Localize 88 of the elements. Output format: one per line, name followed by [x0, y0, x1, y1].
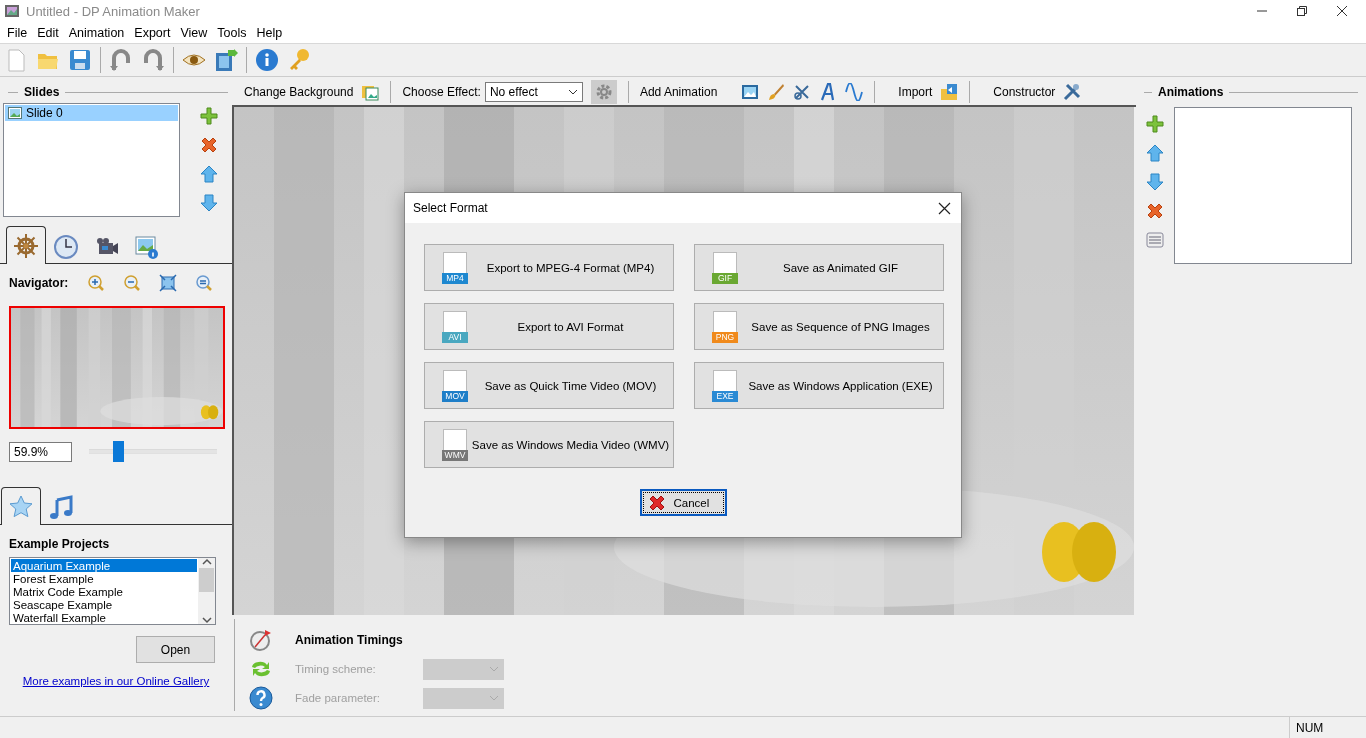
redo-icon[interactable]	[141, 48, 165, 72]
import-icon[interactable]	[940, 83, 959, 101]
scrollbar[interactable]	[198, 558, 215, 624]
field-label: Timing scheme:	[295, 663, 377, 675]
zoom-out-icon[interactable]	[123, 274, 141, 292]
film-export-icon[interactable]	[214, 48, 238, 72]
close-icon[interactable]	[1336, 5, 1348, 17]
wave-icon[interactable]	[845, 83, 864, 101]
example-item[interactable]: Seascape Example	[11, 598, 197, 611]
example-item[interactable]: Forest Example	[11, 572, 197, 585]
open-button[interactable]: Open	[136, 636, 215, 663]
cancel-icon	[647, 493, 666, 512]
import-label[interactable]: Import	[898, 85, 933, 99]
export-format-button[interactable]: EXE Save as Windows Application (EXE)	[694, 362, 944, 409]
clock-icon	[53, 233, 79, 260]
field-label: Fade parameter:	[295, 692, 381, 704]
window-title: Untitled - DP Animation Maker	[26, 3, 201, 19]
section-title: Slides	[24, 85, 60, 99]
slide-thumbnail-icon	[8, 107, 22, 119]
add-icon[interactable]	[200, 107, 218, 125]
choose-effect-label: Choose Effect:	[402, 85, 481, 99]
add-icon[interactable]	[1146, 115, 1164, 133]
export-format-button[interactable]: PNG Save as Sequence of PNG Images	[694, 303, 944, 350]
fit-to-window-icon[interactable]	[159, 274, 177, 292]
menu-item[interactable]: View	[175, 25, 213, 40]
delete-icon[interactable]	[200, 136, 218, 154]
dialog-title: Select Format	[413, 201, 488, 215]
brush-icon[interactable]	[767, 83, 786, 101]
constructor-label[interactable]: Constructor	[993, 85, 1056, 99]
menu-item[interactable]: Animation	[63, 25, 130, 40]
zoom-field[interactable]: 59.9%	[9, 441, 72, 462]
music-note-icon	[48, 494, 74, 521]
star-icon	[8, 493, 34, 520]
export-format-button[interactable]: GIF Save as Animated GIF	[694, 244, 944, 291]
close-icon[interactable]	[938, 201, 951, 215]
settings-icon	[594, 83, 613, 101]
compass-flag-icon	[249, 628, 273, 652]
save-icon[interactable]	[68, 48, 92, 72]
cancel-button[interactable]: Cancel	[639, 489, 727, 516]
section-title: Animations	[1158, 85, 1224, 99]
help-icon[interactable]	[249, 686, 273, 710]
image-info-icon	[133, 233, 159, 260]
slide-item[interactable]: Slide 0	[5, 105, 178, 121]
info-icon[interactable]	[255, 48, 279, 72]
effect-settings-button[interactable]	[590, 80, 617, 104]
scroll-down-icon[interactable]	[200, 616, 213, 624]
export-format-button[interactable]: MOV Save as Quick Time Video (MOV)	[424, 362, 674, 409]
list-icon[interactable]	[1146, 231, 1164, 249]
chevron-down-icon	[489, 694, 499, 702]
export-format-button[interactable]: AVI Export to AVI Format	[424, 303, 674, 350]
example-item[interactable]: Waterfall Example	[11, 611, 197, 624]
helm-icon	[13, 232, 39, 259]
undo-icon[interactable]	[109, 48, 133, 72]
section-title: Example Projects	[8, 536, 111, 551]
actual-size-icon[interactable]	[195, 274, 213, 292]
num-lock-indicator: NUM	[1289, 717, 1366, 738]
example-item[interactable]: Matrix Code Example	[11, 585, 197, 598]
move-down-icon[interactable]	[1146, 173, 1164, 191]
panel-title: Animation Timings	[295, 633, 404, 647]
navigator-label: Navigator:	[9, 276, 70, 290]
slider-thumb[interactable]	[113, 441, 125, 462]
background-image-icon[interactable]	[361, 83, 380, 101]
panel-tab[interactable]	[1, 487, 41, 525]
menu-item[interactable]: Export	[129, 25, 176, 40]
panel-tab[interactable]	[6, 226, 46, 264]
app-icon	[4, 3, 20, 19]
chevron-down-icon	[567, 88, 578, 96]
menu-item[interactable]: Edit	[32, 25, 64, 40]
menu-item[interactable]: Tools	[212, 25, 252, 40]
scroll-up-icon[interactable]	[200, 558, 213, 566]
image-animation-icon[interactable]	[741, 83, 760, 101]
gallery-link[interactable]: More examples in our Online Gallery	[0, 675, 232, 687]
effect-dropdown[interactable]: No effect	[484, 82, 583, 102]
restore-icon[interactable]	[1296, 5, 1308, 17]
move-up-icon[interactable]	[200, 165, 218, 183]
export-format-button[interactable]: WMV Save as Windows Media Video (WMV)	[424, 421, 674, 468]
chevron-down-icon	[489, 665, 499, 673]
zoom-in-icon[interactable]	[87, 274, 105, 292]
add-animation-label: Add Animation	[639, 85, 718, 99]
menu-item[interactable]: Help	[251, 25, 288, 40]
menu-item[interactable]: File	[2, 25, 33, 40]
move-down-icon[interactable]	[200, 194, 218, 212]
delete-icon[interactable]	[1146, 202, 1164, 220]
change-background-label[interactable]: Change Background	[244, 85, 354, 99]
move-up-icon[interactable]	[1146, 144, 1164, 162]
example-item[interactable]: Aquarium Example	[11, 559, 197, 572]
tools-icon[interactable]	[1063, 83, 1082, 101]
export-format-button[interactable]: MP4 Export to MPEG-4 Format (MP4)	[424, 244, 674, 291]
